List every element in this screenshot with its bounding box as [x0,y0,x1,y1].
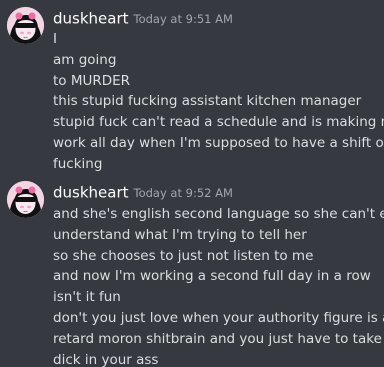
message-line: to MURDER [53,72,131,89]
chat-messages: duskheart Today at 9:51 AM I am going to … [0,0,384,367]
message-line: I [53,31,57,47]
message-line: don't you just love when your authority … [53,309,384,326]
message-header: duskheart Today at 9:52 AM [53,182,233,202]
message-line: so she chooses to just not listen to me [53,247,314,264]
timestamp: Today at 9:52 AM [133,185,233,200]
anime-avatar-icon[interactable] [7,181,44,218]
message-line: dick in your ass [53,351,159,367]
message-line: fucking [53,155,103,172]
message-line: stupid fuck can't read a schedule and is… [53,114,384,131]
message-line: am going [53,51,117,68]
username[interactable]: duskheart [53,10,129,28]
message-content: and she's english second language so she… [53,204,384,367]
message-header: duskheart Today at 9:51 AM [53,8,233,28]
message-line: work all day when I'm supposed to have a… [53,134,384,151]
message-line: isn't it fun [53,289,121,306]
timestamp: Today at 9:51 AM [133,11,233,26]
message-line: retard moron shitbrain and you just have… [53,330,384,347]
anime-avatar-icon[interactable] [7,7,44,44]
message-line: this stupid fucking assistant kitchen ma… [53,93,362,110]
message-content: I am going to MURDER this stupid fucking… [53,29,384,175]
message-line: and now I'm working a second full day in… [53,268,371,285]
message-line: understand what I'm trying to tell her [53,226,307,243]
username[interactable]: duskheart [53,184,129,202]
message-line: and she's english second language so she… [53,206,384,222]
